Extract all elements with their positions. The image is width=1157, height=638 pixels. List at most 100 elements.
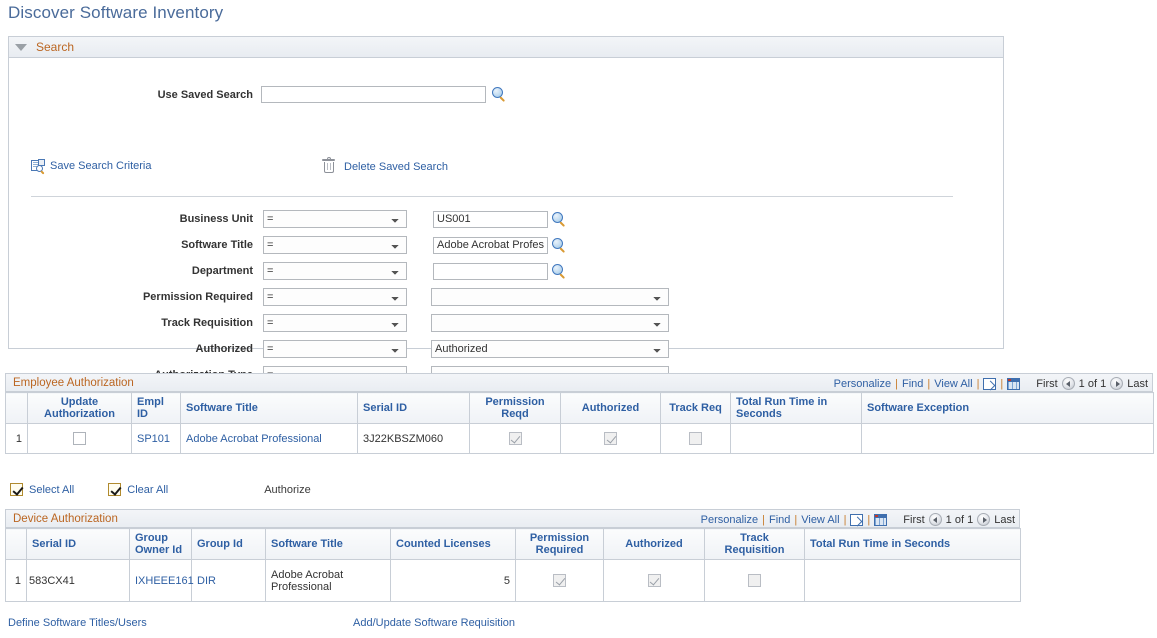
criteria-row-track-requisition: Track Requisition =: [9, 310, 1003, 336]
nav-next-icon[interactable]: [1110, 377, 1123, 390]
employee-col-permission-reqd[interactable]: Permission Reqd: [470, 393, 561, 424]
device-last-link[interactable]: Last: [994, 514, 1015, 526]
expand-window-icon[interactable]: [983, 378, 996, 390]
device-col-track-requisition[interactable]: Track Requisition: [705, 529, 805, 560]
criteria-value-business-unit[interactable]: [433, 211, 548, 228]
select-all-checkbox-icon[interactable]: [10, 483, 23, 496]
authorize-button[interactable]: Authorize: [264, 484, 310, 496]
device-col-software-title[interactable]: Software Title: [266, 529, 391, 560]
update-authorization-checkbox[interactable]: [73, 432, 86, 445]
download-grid-icon[interactable]: [874, 514, 887, 526]
employee-cell-authorized: [561, 424, 661, 454]
select-all-link[interactable]: Select All: [29, 484, 74, 496]
employee-col-authorized[interactable]: Authorized: [561, 393, 661, 424]
employee-view-all-link[interactable]: View All: [934, 378, 972, 390]
group-id-link[interactable]: DIR: [197, 575, 216, 587]
save-search-criteria-link[interactable]: Save Search Criteria: [31, 159, 152, 173]
criteria-operator-track-requisition[interactable]: =: [263, 314, 407, 332]
criteria-row-permission-required: Permission Required =: [9, 284, 1003, 310]
define-software-titles-users-link[interactable]: Define Software Titles/Users: [8, 617, 147, 629]
employee-table-header-row: Update Authorization Empl ID Software Ti…: [6, 393, 1154, 424]
employee-col-track-req[interactable]: Track Req: [661, 393, 731, 424]
device-personalize-link[interactable]: Personalize: [701, 514, 758, 526]
group-owner-id-link[interactable]: IXHEEE161: [135, 575, 194, 587]
device-view-all-link[interactable]: View All: [801, 514, 839, 526]
trash-icon: [322, 159, 335, 174]
clear-all-checkbox-icon[interactable]: [108, 483, 121, 496]
criteria-operator-authorized[interactable]: =: [263, 340, 407, 358]
criteria-value-permission-required[interactable]: [431, 288, 669, 306]
device-col-serial-id[interactable]: Serial ID: [27, 529, 130, 560]
save-search-icon: [31, 159, 45, 173]
authorized-checkbox: [648, 574, 661, 587]
criteria-label-business-unit: Business Unit: [9, 213, 261, 225]
nav-next-icon[interactable]: [977, 513, 990, 526]
empl-id-link[interactable]: SP101: [137, 433, 170, 445]
use-saved-search-lookup-icon[interactable]: [491, 87, 506, 102]
table-row: 1 583CX41 IXHEEE161 DIR Adobe Acrobat Pr…: [6, 560, 1021, 602]
add-update-software-requisition-link[interactable]: Add/Update Software Requisition: [353, 617, 515, 629]
device-col-rownum: [6, 529, 27, 560]
software-title-link[interactable]: Adobe Acrobat Professional: [186, 433, 322, 445]
device-col-counted-licenses[interactable]: Counted Licenses: [391, 529, 516, 560]
criteria-operator-department[interactable]: =: [263, 262, 407, 280]
criteria-value-software-title[interactable]: [433, 237, 548, 254]
nav-prev-icon[interactable]: [1062, 377, 1075, 390]
criteria-lookup-icon-department[interactable]: [551, 264, 566, 279]
search-section-label: Search: [36, 40, 74, 54]
criteria-operator-software-title[interactable]: =: [263, 236, 407, 254]
device-cell-counted-licenses: 5: [391, 560, 516, 602]
device-cell-authorized: [604, 560, 705, 602]
employee-cell-track-req: [661, 424, 731, 454]
bottom-links: Define Software Titles/Users Add/Update …: [8, 617, 708, 629]
criteria-operator-business-unit[interactable]: =: [263, 210, 407, 228]
employee-cell-software-title[interactable]: Adobe Acrobat Professional: [181, 424, 358, 454]
employee-col-serial-id[interactable]: Serial ID: [358, 393, 470, 424]
device-col-group-owner-id[interactable]: Group Owner Id: [130, 529, 192, 560]
nav-prev-icon[interactable]: [929, 513, 942, 526]
criteria-value-department[interactable]: [433, 263, 548, 280]
device-table-header-row: Serial ID Group Owner Id Group Id Softwa…: [6, 529, 1021, 560]
criteria-label-department: Department: [9, 265, 261, 277]
device-cell-group-id[interactable]: DIR: [192, 560, 266, 602]
save-search-criteria-label[interactable]: Save Search Criteria: [50, 160, 152, 172]
device-grid-title: Device Authorization: [6, 513, 118, 525]
chevron-down-icon[interactable]: [15, 44, 27, 51]
device-cell-group-owner-id[interactable]: IXHEEE161: [130, 560, 192, 602]
employee-personalize-link[interactable]: Personalize: [834, 378, 891, 390]
delete-saved-search-label[interactable]: Delete Saved Search: [344, 161, 448, 173]
criteria-operator-permission-required[interactable]: =: [263, 288, 407, 306]
search-section-header[interactable]: Search: [9, 37, 1003, 58]
device-find-link[interactable]: Find: [769, 514, 790, 526]
device-col-permission-required[interactable]: Permission Required: [516, 529, 604, 560]
device-col-group-id[interactable]: Group Id: [192, 529, 266, 560]
employee-col-total-run-time[interactable]: Total Run Time in Seconds: [731, 393, 862, 424]
search-criteria-list: Business Unit = Software Title =: [9, 206, 1003, 388]
employee-col-software-exception[interactable]: Software Exception: [862, 393, 1154, 424]
criteria-row-department: Department =: [9, 258, 1003, 284]
employee-find-link[interactable]: Find: [902, 378, 923, 390]
device-authorization-grid: Device Authorization Personalize | Find …: [5, 509, 1020, 602]
device-col-authorized[interactable]: Authorized: [604, 529, 705, 560]
employee-last-link[interactable]: Last: [1127, 378, 1148, 390]
employee-col-empl-id[interactable]: Empl ID: [132, 393, 181, 424]
employee-col-software-title[interactable]: Software Title: [181, 393, 358, 424]
download-grid-icon[interactable]: [1007, 378, 1020, 390]
permission-reqd-checkbox: [509, 432, 522, 445]
delete-saved-search-link[interactable]: Delete Saved Search: [322, 159, 448, 174]
clear-all-link[interactable]: Clear All: [127, 484, 168, 496]
employee-first-link[interactable]: First: [1036, 378, 1057, 390]
use-saved-search-input[interactable]: [261, 86, 486, 103]
employee-cell-update-authorization[interactable]: [28, 424, 132, 454]
employee-cell-empl-id[interactable]: SP101: [132, 424, 181, 454]
criteria-lookup-icon-business-unit[interactable]: [551, 212, 566, 227]
device-col-total-run-time[interactable]: Total Run Time in Seconds: [805, 529, 1021, 560]
criteria-value-authorized[interactable]: Authorized: [431, 340, 669, 358]
criteria-lookup-icon-software-title[interactable]: [551, 238, 566, 253]
expand-window-icon[interactable]: [850, 514, 863, 526]
device-first-link[interactable]: First: [903, 514, 924, 526]
employee-pager: First 1 of 1 Last: [1036, 377, 1148, 390]
device-cell-total-run-time: [805, 560, 1021, 602]
employee-col-update-authorization[interactable]: Update Authorization: [28, 393, 132, 424]
criteria-value-track-requisition[interactable]: [431, 314, 669, 332]
